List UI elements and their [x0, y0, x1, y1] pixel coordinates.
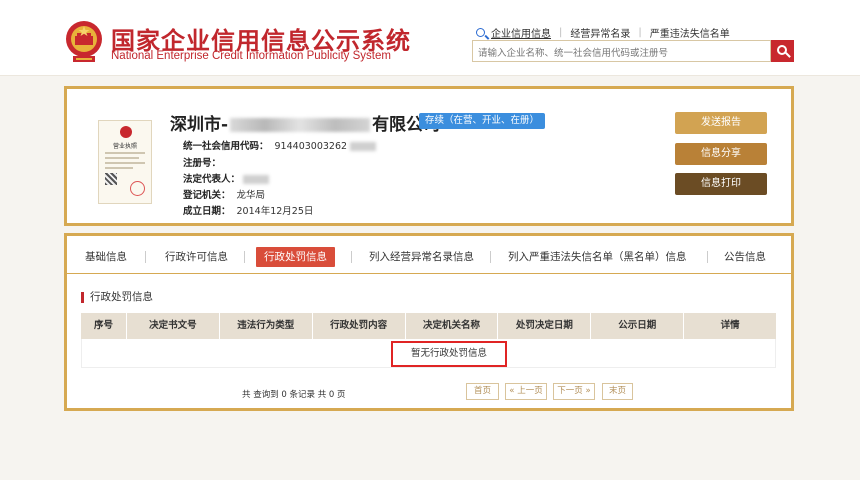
- field-reg-no: 注册号：: [183, 158, 222, 169]
- column-header: 决定机关名称: [406, 313, 499, 339]
- license-title: 营业执照: [112, 143, 137, 150]
- search-button[interactable]: [771, 40, 794, 62]
- field-credit-code: 统一社会信用代码： 914403003262: [183, 138, 377, 152]
- column-header: 行政处罚内容: [313, 313, 406, 339]
- search-input[interactable]: [473, 43, 770, 64]
- status-badge: 存续（在营、开业、在册）: [419, 113, 546, 129]
- site-subtitle: National Enterprise Credit Information P…: [111, 50, 391, 62]
- send-report-button[interactable]: 发送报告: [675, 112, 767, 134]
- nav-enterprise-credit[interactable]: 企业信用信息: [491, 25, 551, 40]
- tab-blacklist[interactable]: 列入严重违法失信名单（黑名单）信息: [508, 247, 687, 267]
- column-header: 处罚决定日期: [498, 313, 592, 339]
- nav-separator: |: [559, 27, 563, 38]
- national-emblem-icon: [66, 21, 102, 62]
- search-box: [472, 40, 771, 64]
- tab-basic-info[interactable]: 基础信息: [85, 247, 127, 267]
- stamp-icon: [130, 181, 145, 196]
- search-icon: [476, 28, 485, 37]
- tab-admin-penalty[interactable]: 行政处罚信息: [256, 247, 335, 267]
- print-info-button[interactable]: 信息打印: [675, 173, 767, 195]
- next-page-button[interactable]: 下一页 »: [553, 383, 595, 400]
- column-header: 序号: [81, 313, 127, 339]
- company-name: 深圳市- 有限公司: [170, 115, 441, 135]
- column-header: 决定书文号: [127, 313, 220, 339]
- search-icon: [776, 45, 787, 55]
- tab-bar: 基础信息 行政许可信息 行政处罚信息 列入经营异常名录信息 列入严重违法失信名单…: [67, 236, 791, 274]
- company-info-card: 营业执照 深圳市- 有限公司 存续（在营、开业、在册） 统一社会信用代码： 9144…: [64, 86, 794, 226]
- top-navigation: 企业信用信息 | 经营异常名录 | 严重违法失信名单: [476, 25, 730, 40]
- nav-abnormal-list[interactable]: 经营异常名录: [570, 25, 630, 40]
- table-header: 序号 决定书文号 违法行为类型 行政处罚内容 决定机关名称 处罚决定日期 公示日…: [81, 313, 776, 339]
- field-legal-rep: 法定代表人：: [183, 171, 270, 185]
- redacted-value: [243, 175, 270, 184]
- detail-card: 基础信息 行政许可信息 行政处罚信息 列入经营异常名录信息 列入严重违法失信名单…: [64, 233, 794, 411]
- site-header: 国家企业信用信息公示系统 National Enterprise Credit …: [0, 0, 860, 76]
- field-authority: 登记机关： 龙华局: [183, 190, 266, 201]
- prev-page-button[interactable]: « 上一页: [505, 383, 547, 400]
- field-est-date: 成立日期： 2014年12月25日: [183, 206, 314, 217]
- column-header: 公示日期: [591, 313, 685, 339]
- nav-separator: |: [638, 27, 642, 38]
- redacted-name: [230, 118, 371, 132]
- redacted-value: [350, 142, 377, 151]
- first-page-button[interactable]: 首页: [466, 383, 499, 400]
- column-header: 详情: [720, 320, 740, 331]
- last-page-button[interactable]: 末页: [602, 383, 633, 400]
- business-license-image[interactable]: 营业执照: [98, 120, 152, 204]
- tab-announcements[interactable]: 公告信息: [724, 247, 766, 267]
- column-header: 违法行为类型: [220, 313, 313, 339]
- nav-blacklist[interactable]: 严重违法失信名单: [650, 25, 730, 40]
- pager-info: 共 查询到 0 条记录 共 0 页: [242, 390, 346, 400]
- share-info-button[interactable]: 信息分享: [675, 143, 767, 165]
- section-title: 行政处罚信息: [81, 292, 153, 303]
- empty-message: 暂无行政处罚信息: [391, 341, 507, 367]
- license-emblem-icon: [120, 126, 132, 138]
- tab-abnormal-list[interactable]: 列入经营异常名录信息: [369, 247, 474, 267]
- tab-admin-license[interactable]: 行政许可信息: [165, 247, 228, 267]
- qr-code-icon: [105, 173, 117, 185]
